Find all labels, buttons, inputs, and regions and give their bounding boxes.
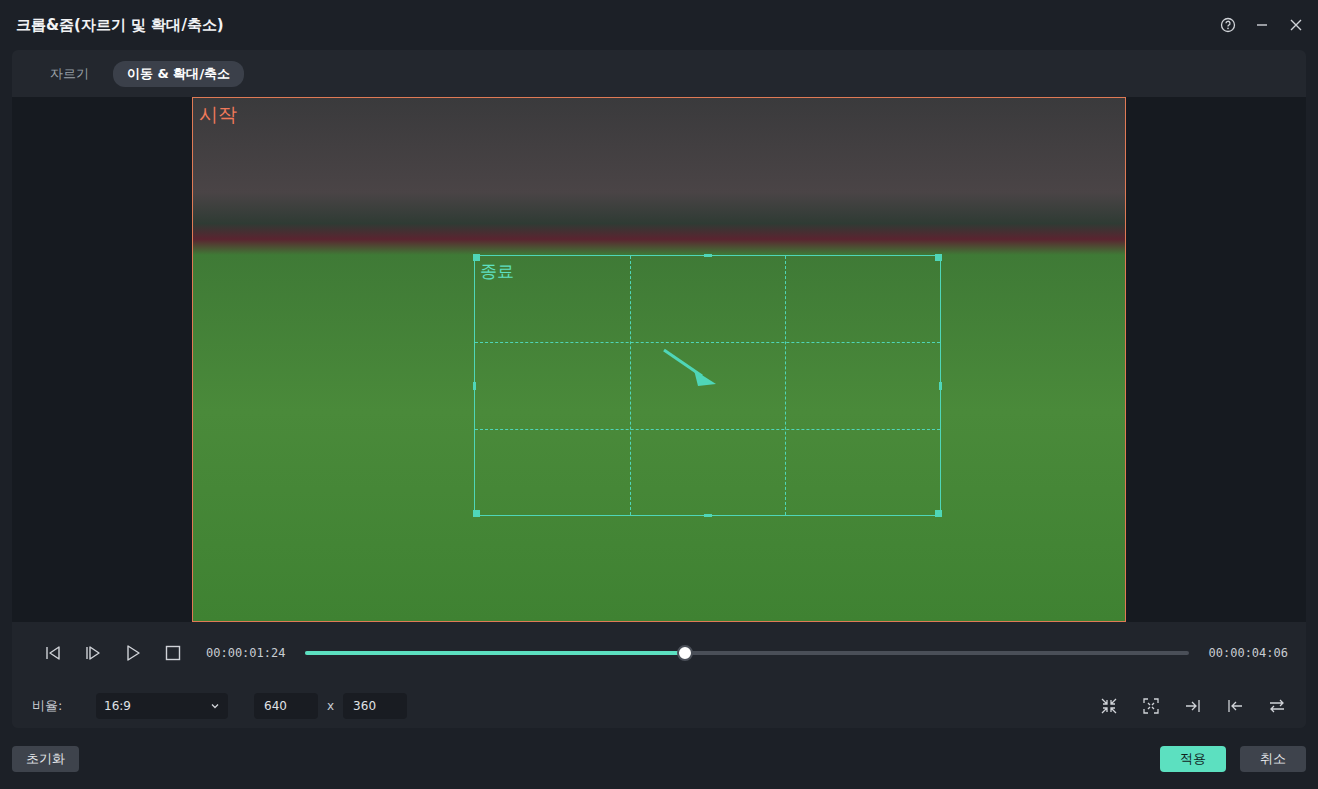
ratio-value: 16:9 — [104, 699, 131, 713]
crop-zoom-dialog: 크롭&줌(자르기 및 확대/축소) 자르기 이동 & 확대/축소 시작 — [0, 0, 1318, 789]
next-frame-icon[interactable] — [84, 644, 102, 662]
footer: 초기화 적용 취소 — [0, 728, 1318, 789]
tab[interactable]: 이동 & 확대/축소 — [113, 61, 244, 87]
preview-area: 시작 종료 — [12, 97, 1306, 622]
stop-icon[interactable] — [164, 644, 182, 662]
total-time: 00:00:04:06 — [1209, 646, 1288, 660]
size-separator: x — [327, 699, 334, 713]
expand-icon[interactable] — [1142, 697, 1160, 715]
controls: 00:00:01:24 00:00:04:06 비율: 16:9 640 x 3… — [12, 622, 1306, 728]
align-start-icon[interactable] — [1226, 697, 1244, 715]
chevron-down-icon — [210, 701, 220, 711]
reset-button[interactable]: 초기화 — [12, 746, 79, 772]
main-panel: 자르기이동 & 확대/축소 시작 종 — [12, 50, 1306, 728]
swap-icon[interactable] — [1268, 697, 1286, 715]
close-icon[interactable] — [1288, 17, 1304, 33]
crop-box[interactable]: 종료 — [474, 255, 941, 516]
previous-frame-icon[interactable] — [44, 644, 62, 662]
current-time: 00:00:01:24 — [206, 646, 285, 660]
play-icon[interactable] — [124, 644, 142, 662]
start-label: 시작 — [199, 102, 237, 128]
height-input[interactable]: 360 — [343, 693, 407, 719]
title-bar: 크롭&줌(자르기 및 확대/축소) — [0, 0, 1318, 50]
dialog-title: 크롭&줌(자르기 및 확대/축소) — [16, 16, 1220, 35]
align-end-icon[interactable] — [1184, 697, 1202, 715]
tab[interactable]: 자르기 — [36, 61, 103, 87]
apply-button[interactable]: 적용 — [1160, 746, 1226, 772]
shrink-icon[interactable] — [1100, 697, 1118, 715]
video-frame: 시작 종료 — [192, 97, 1126, 622]
tab-bar: 자르기 이동 & 확대/축소 — [12, 50, 1306, 97]
timeline-knob[interactable] — [677, 645, 693, 661]
end-label: 종료 — [480, 260, 514, 283]
ratio-dropdown[interactable]: 16:9 — [96, 693, 228, 719]
timeline-fill — [305, 651, 684, 655]
width-input[interactable]: 640 — [254, 693, 318, 719]
help-icon[interactable] — [1220, 17, 1236, 33]
timeline-track[interactable] — [305, 651, 1188, 655]
minimize-icon[interactable] — [1254, 17, 1270, 33]
motion-arrow-icon — [660, 346, 720, 396]
ratio-label: 비율: — [32, 697, 96, 715]
cancel-button[interactable]: 취소 — [1240, 746, 1306, 772]
